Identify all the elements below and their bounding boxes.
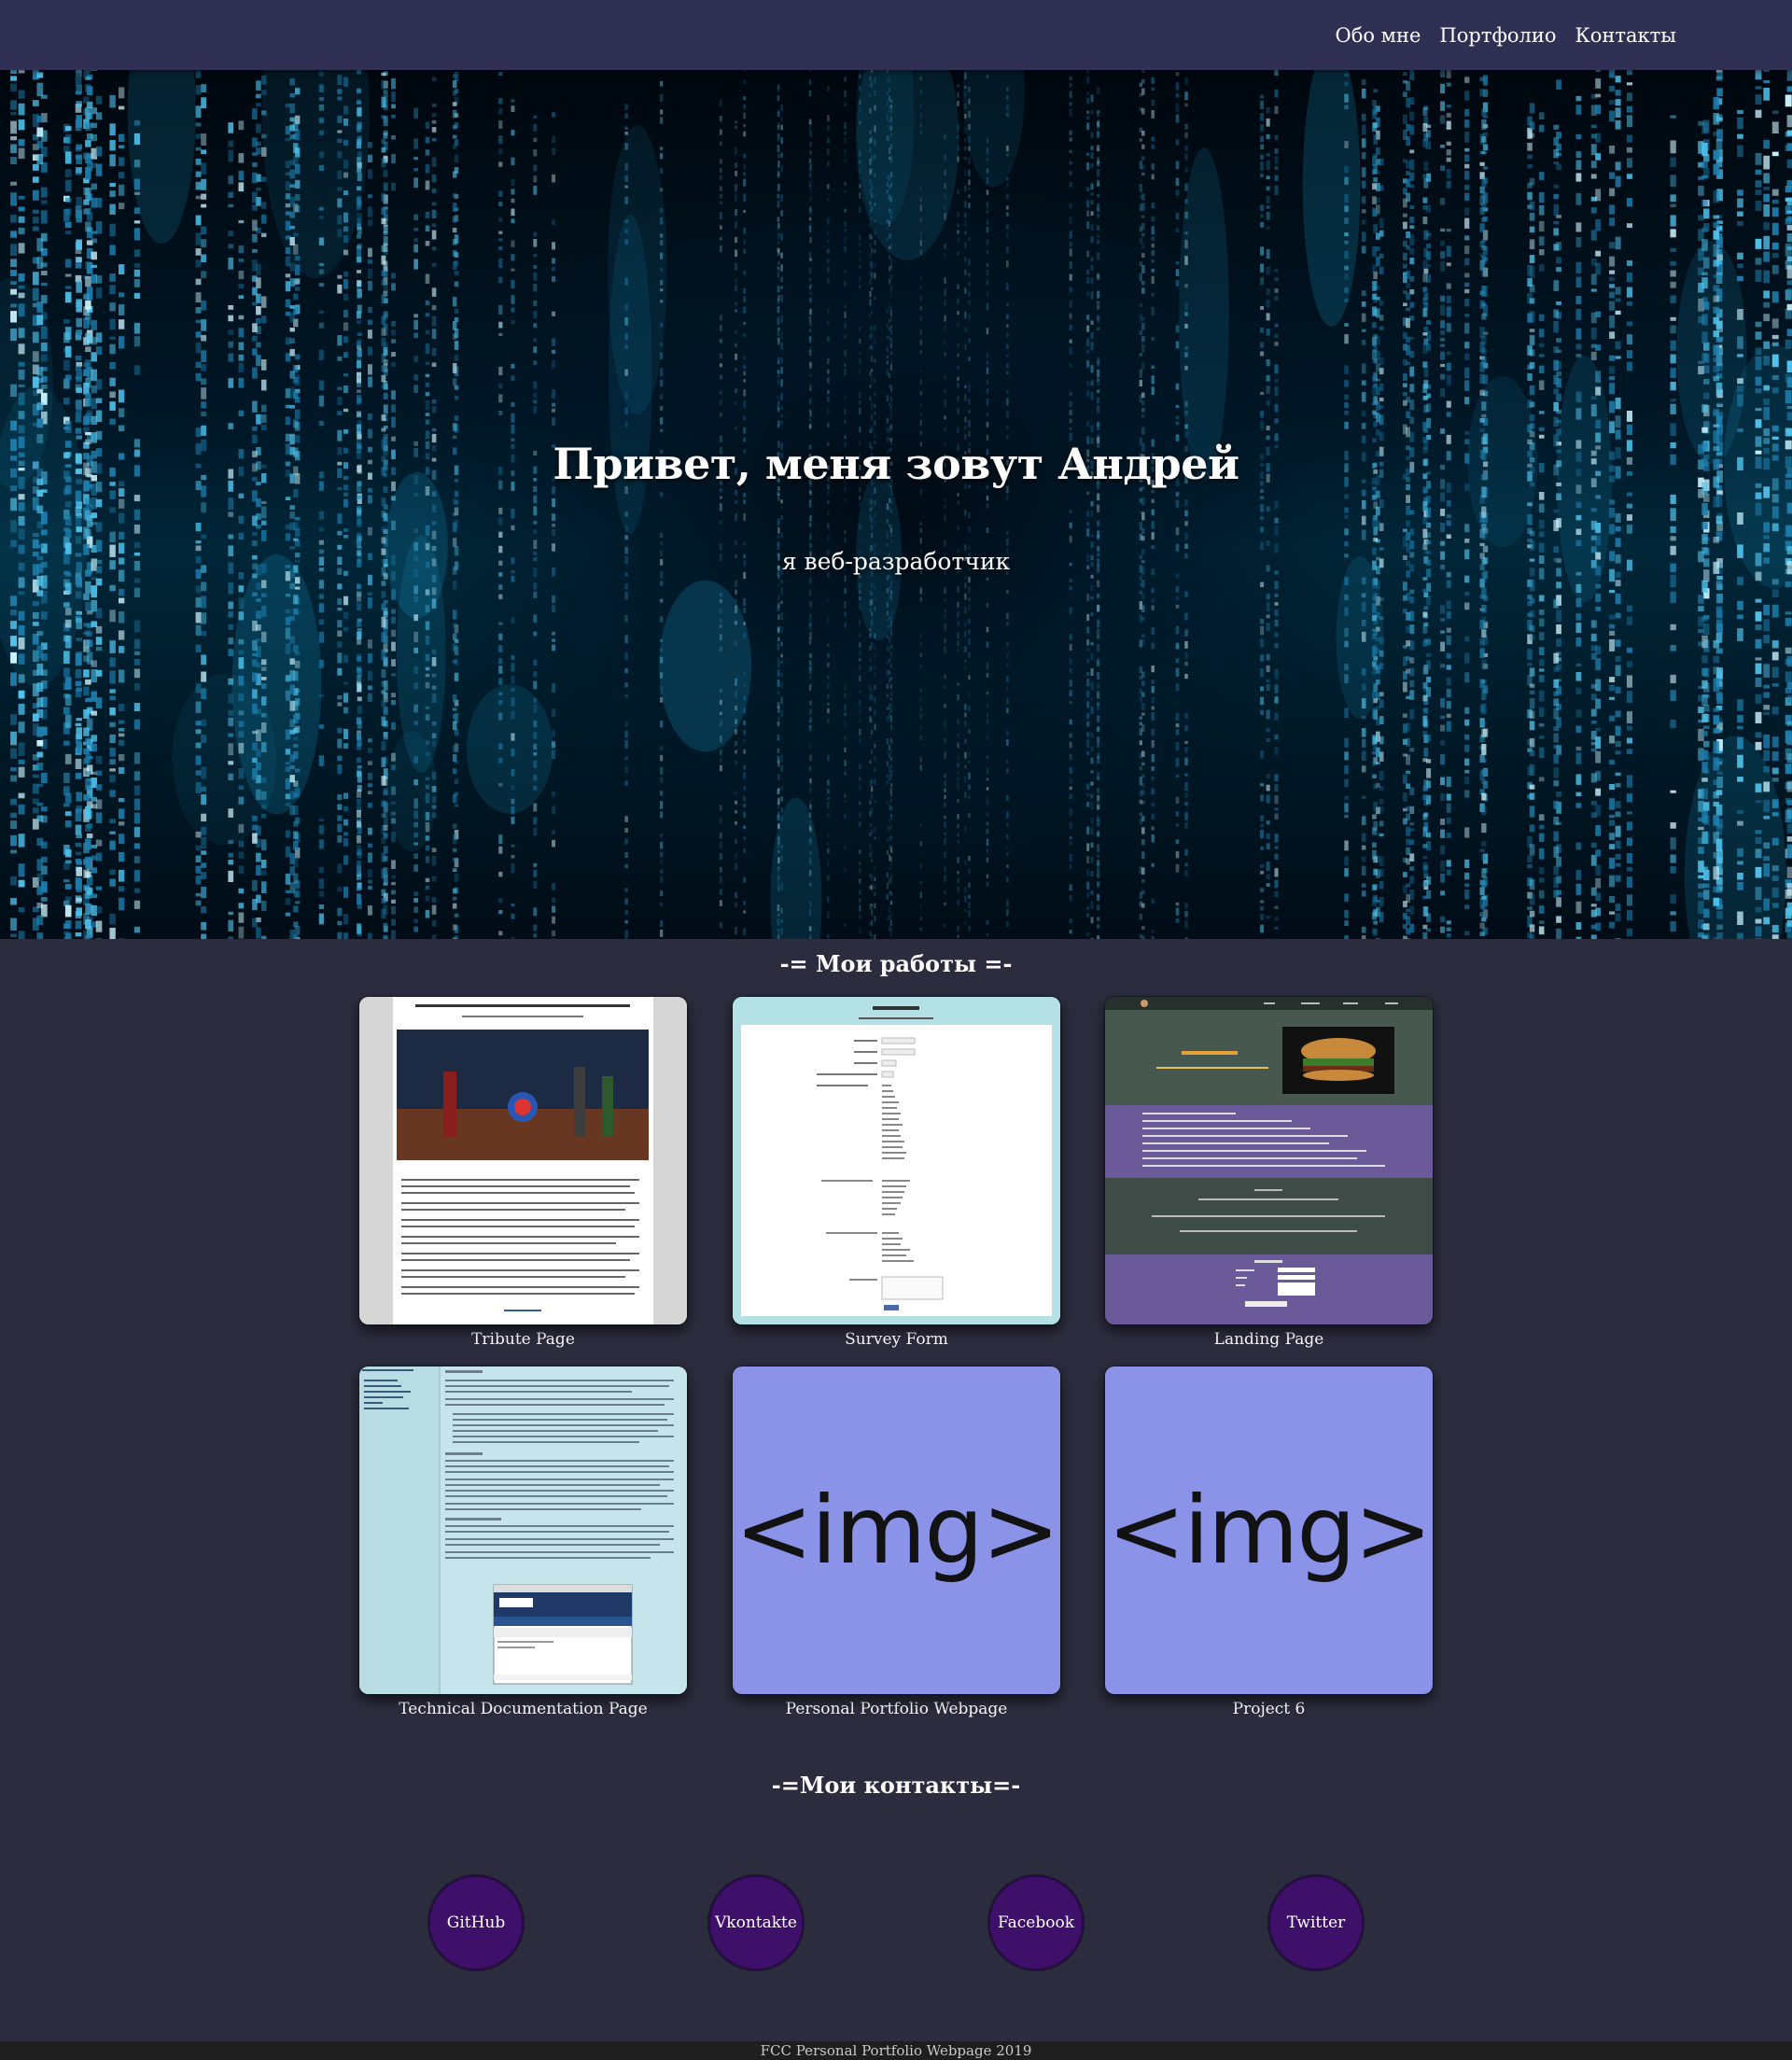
project-tile-survey[interactable]: Survey Form [733, 997, 1060, 1349]
hero-section: Привет, меня зовут Андрей я веб-разработ… [0, 70, 1792, 939]
project-thumbnail[interactable]: <img> [733, 1366, 1060, 1694]
project-title: Personal Portfolio Webpage [785, 1700, 1008, 1718]
image-placeholder: <img> [735, 1476, 1059, 1585]
project-thumbnail[interactable] [359, 1366, 687, 1694]
nav-link-about[interactable]: Обо мне [1335, 24, 1421, 47]
hero-title: Привет, меня зовут Андрей [553, 439, 1239, 489]
hero-background-image [0, 70, 1792, 939]
project-thumbnail[interactable]: <img> [1105, 1366, 1433, 1694]
contacts-section-title: -=Мои контакты=- [771, 1772, 1021, 1799]
contact-twitter[interactable]: Twitter [1268, 1875, 1364, 1970]
project-tile-project6[interactable]: <img> Project 6 [1105, 1366, 1433, 1718]
project-thumbnail[interactable] [359, 997, 687, 1324]
hero-subtitle: я веб-разработчик [781, 548, 1011, 575]
projects-section-title: -= Мои работы =- [779, 950, 1013, 977]
project-tile-portfolio[interactable]: <img> Personal Portfolio Webpage [733, 1366, 1060, 1718]
project-title: Technical Documentation Page [399, 1700, 648, 1718]
navbar: Обо мне Портфолио Контакты [0, 0, 1792, 70]
nav-link-portfolio[interactable]: Портфолио [1439, 24, 1556, 47]
contact-vkontakte[interactable]: Vkontakte [708, 1875, 804, 1970]
project-tile-techdoc[interactable]: Technical Documentation Page [359, 1366, 687, 1718]
project-title: Survey Form [845, 1330, 948, 1349]
project-thumbnail[interactable] [1105, 997, 1433, 1324]
nav-links: Обо мне Портфолио Контакты [1335, 0, 1676, 70]
contact-facebook[interactable]: Facebook [988, 1875, 1084, 1970]
project-thumbnail[interactable] [733, 997, 1060, 1324]
project-tile-landing[interactable]: Landing Page [1105, 997, 1433, 1349]
image-placeholder: <img> [1107, 1476, 1432, 1585]
footer: FCC Personal Portfolio Webpage 2019 [0, 2041, 1792, 2060]
nav-link-contacts[interactable]: Контакты [1575, 24, 1677, 47]
project-title: Project 6 [1232, 1700, 1306, 1718]
project-tile-tribute[interactable]: Tribute Page [359, 997, 687, 1349]
project-title: Tribute Page [471, 1330, 575, 1349]
project-title: Landing Page [1213, 1330, 1324, 1349]
contact-github[interactable]: GitHub [428, 1875, 524, 1970]
